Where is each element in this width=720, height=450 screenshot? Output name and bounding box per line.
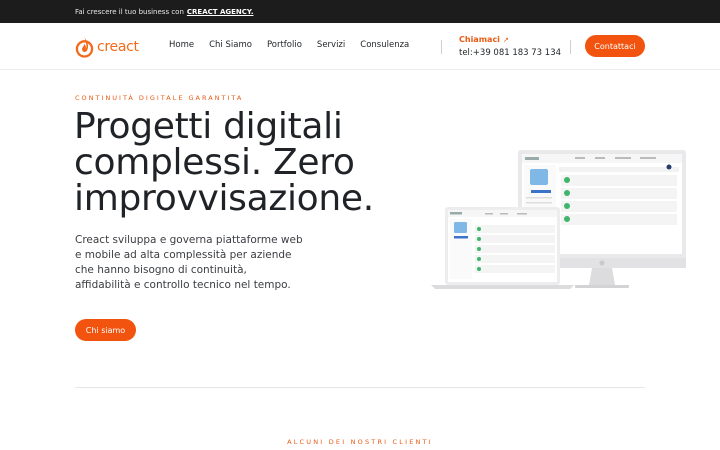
nav-divider bbox=[570, 40, 571, 54]
main-menu: Home Chi Siamo Portfolio Servizi Consule… bbox=[169, 40, 424, 50]
announcement-bar: Fai crescere il tuo business con CREACT … bbox=[0, 0, 720, 23]
section-divider bbox=[75, 387, 645, 388]
phone-link[interactable]: tel:+39 081 183 73 134 bbox=[459, 48, 561, 58]
hero-title: Progetti digitali complessi. Zero improv… bbox=[74, 109, 434, 217]
nav-servizi[interactable]: Servizi bbox=[317, 40, 345, 50]
flame-logo-icon bbox=[75, 37, 94, 58]
contact-button[interactable]: Contattaci bbox=[585, 35, 645, 57]
hero-eyebrow: CONTINUITÀ DIGITALE GARANTITA bbox=[75, 94, 244, 102]
call-block[interactable]: Chiamaci ↗ tel:+39 081 183 73 134 bbox=[459, 35, 561, 58]
device-mockup-image bbox=[431, 150, 686, 289]
chi-siamo-button[interactable]: Chi siamo bbox=[75, 319, 136, 341]
hero-title-line: improvvisazione. bbox=[74, 178, 374, 219]
announcement-link[interactable]: CREACT AGENCY. bbox=[187, 8, 254, 16]
nav-divider bbox=[441, 40, 442, 54]
hero-title-line: complessi. Zero bbox=[74, 142, 355, 183]
nav-home[interactable]: Home bbox=[169, 40, 194, 50]
hero-lead: Creact sviluppa e governa piattaforme we… bbox=[75, 234, 303, 291]
nav-consulenza[interactable]: Consulenza bbox=[360, 40, 409, 50]
brand-logo[interactable]: creact bbox=[75, 34, 139, 60]
arrow-up-right-icon: ↗ bbox=[502, 36, 509, 44]
hero-title-line: Progetti digitali bbox=[74, 106, 343, 147]
header-nav: creact Home Chi Siamo Portfolio Servizi … bbox=[0, 23, 720, 70]
brand-name: creact bbox=[97, 39, 139, 55]
clients-heading: ALCUNI DEI NOSTRI CLIENTI bbox=[287, 438, 433, 446]
call-label: Chiamaci ↗ bbox=[459, 35, 509, 44]
announcement-text: Fai crescere il tuo business con bbox=[75, 7, 184, 16]
nav-chi-siamo[interactable]: Chi Siamo bbox=[209, 40, 252, 50]
nav-portfolio[interactable]: Portfolio bbox=[267, 40, 302, 50]
